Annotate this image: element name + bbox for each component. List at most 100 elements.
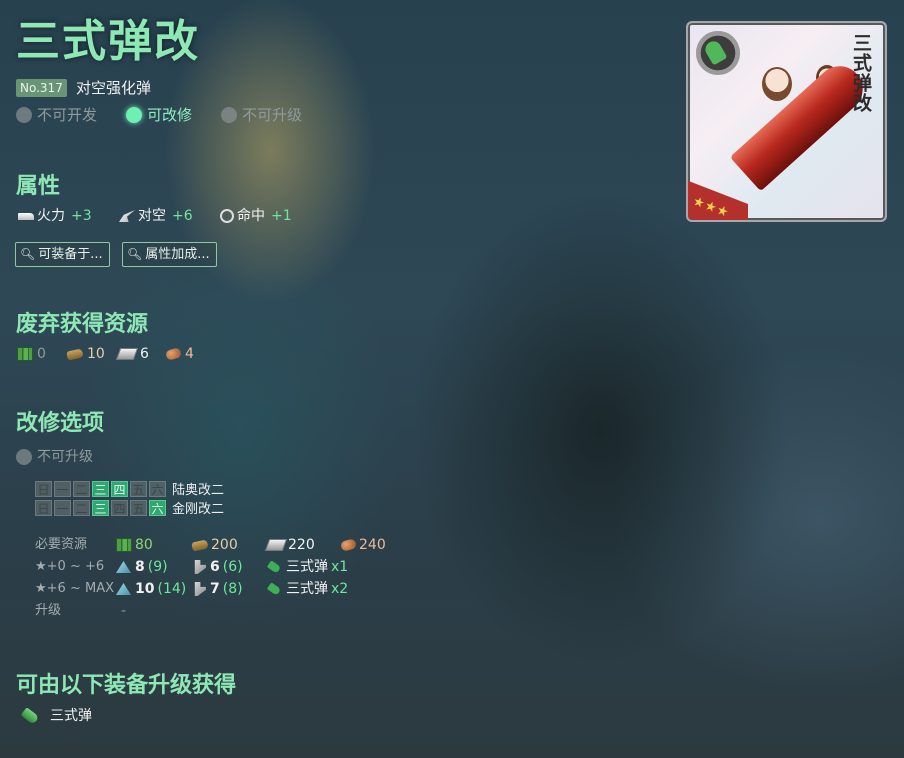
- flag-not-upgradable: 不可升级: [221, 105, 302, 125]
- improvement-material-icon: [194, 582, 206, 596]
- screw-value: 7: [210, 581, 220, 597]
- bauxite-icon: [339, 538, 358, 552]
- consumed-item-qty: x2: [331, 581, 349, 597]
- day-cell: 日: [35, 480, 52, 497]
- day-cell: 五: [130, 480, 147, 497]
- fuel-icon: [116, 538, 132, 552]
- upgrade-status: 不可升级: [16, 448, 93, 466]
- card-title: 三式弹改: [850, 33, 872, 113]
- equipment-number-badge: No.317: [16, 79, 67, 97]
- scrap-steel-value: 6: [140, 346, 149, 362]
- upgrade-source-item[interactable]: 三式弹: [20, 706, 92, 726]
- screw-guaranteed-value: (8): [222, 581, 243, 597]
- flag-label: 可改修: [147, 106, 193, 124]
- stat-anti-air: 对空 +6: [119, 207, 193, 225]
- day-cell: 六: [149, 480, 166, 497]
- improvement-material-icon: [194, 560, 206, 574]
- consumed-item-name[interactable]: 三式弹: [286, 581, 328, 597]
- flag-label: 不可开发: [37, 106, 98, 124]
- accuracy-icon: [220, 209, 234, 223]
- flag-improvable: 可改修: [126, 105, 192, 125]
- required-fuel-value: 80: [135, 537, 153, 553]
- tier-label: ★+6 ~ MAX: [35, 581, 114, 596]
- day-cell-active: 六: [149, 499, 166, 516]
- scrap-bauxite-value: 4: [185, 346, 194, 362]
- status-dot-icon: [16, 449, 32, 465]
- schedule-row: 日 一 二 三 四 五 六 金刚改二: [35, 498, 224, 517]
- scrap-ammo-value: 10: [87, 346, 105, 362]
- equipment-name: 三式弹改: [16, 16, 200, 67]
- stats-heading: 属性: [16, 173, 61, 199]
- equipment-card-art: ★★★ 三式弹改: [686, 21, 887, 222]
- stat-value: +6: [172, 208, 193, 224]
- screw-value: 6: [210, 559, 220, 575]
- consumed-item-name[interactable]: 三式弹: [286, 559, 328, 575]
- tier-screw: 7 (8): [192, 581, 243, 597]
- required-ammo-value: 200: [211, 537, 238, 553]
- fuel-icon: [17, 347, 33, 361]
- scrap-fuel-value: 0: [37, 346, 46, 362]
- development-material-icon: [116, 561, 131, 573]
- stat-bonus-button[interactable]: 🔍︎ 属性加成...: [122, 242, 217, 267]
- tier-devmat: 8 (9): [116, 559, 168, 575]
- steel-icon: [264, 539, 288, 551]
- required-ammo: 200: [191, 537, 238, 553]
- stat-label: 火力: [37, 208, 65, 224]
- helper-ship-name: 陆奥改二: [172, 483, 225, 498]
- day-cell-active: 四: [111, 480, 128, 497]
- stat-label: 对空: [138, 208, 166, 224]
- tier-consumed-item[interactable]: 三式弹 x1: [266, 559, 349, 575]
- equipment-type: 对空强化弹: [76, 79, 152, 97]
- status-dot-icon: [126, 107, 142, 123]
- bauxite-icon: [164, 347, 183, 361]
- ammo-icon: [191, 538, 209, 552]
- search-icon: 🔍︎: [127, 247, 143, 261]
- required-steel: 220: [264, 537, 315, 553]
- screw-guaranteed-value: (6): [222, 559, 243, 575]
- schedule-row: 日 一 二 三 四 五 六 陆奥改二: [35, 479, 224, 498]
- day-cell: 四: [111, 499, 128, 516]
- tier-label: ★+0 ~ +6: [35, 559, 105, 574]
- flag-label: 不可升级: [242, 106, 303, 124]
- day-cell: 二: [73, 480, 90, 497]
- required-bauxite: 240: [339, 537, 386, 553]
- day-cell: 一: [54, 480, 71, 497]
- equippable-by-button[interactable]: 🔍︎ 可装备于...: [15, 242, 110, 267]
- day-cell: 二: [73, 499, 90, 516]
- day-cell-active: 三: [92, 480, 109, 497]
- devmat-value: 8: [135, 559, 145, 575]
- tier-screw: 6 (6): [192, 559, 243, 575]
- shell-icon: [266, 582, 282, 596]
- status-dot-icon: [221, 107, 237, 123]
- scrap-heading: 废弃获得资源: [16, 311, 149, 337]
- upgrade-source-heading: 可由以下装备升级获得: [16, 672, 237, 698]
- search-icon: 🔍︎: [20, 247, 36, 261]
- scrap-bauxite: 4: [164, 345, 194, 363]
- required-fuel: 80: [116, 537, 153, 553]
- flag-not-developable: 不可开发: [16, 105, 97, 125]
- stat-value: +1: [271, 208, 292, 224]
- scrap-steel: 6: [115, 345, 149, 363]
- stat-label: 命中: [237, 208, 265, 224]
- stat-value: +3: [71, 208, 92, 224]
- upgrade-value: -: [121, 603, 127, 619]
- day-cell: 一: [54, 499, 71, 516]
- development-material-icon: [116, 583, 131, 595]
- button-label: 可装备于...: [38, 247, 103, 262]
- day-cell: 五: [130, 499, 147, 516]
- day-cell-active: 三: [92, 499, 109, 516]
- stat-firepower: 火力 +3: [18, 207, 92, 225]
- required-resources-label: 必要资源: [35, 537, 88, 552]
- helper-ship-name: 金刚改二: [172, 502, 225, 517]
- devmat-value: 10: [135, 581, 155, 597]
- day-cell: 日: [35, 499, 52, 516]
- scrap-fuel: 0: [17, 345, 46, 363]
- steel-icon: [115, 348, 139, 360]
- improvement-heading: 改修选项: [16, 410, 105, 436]
- tier-consumed-item[interactable]: 三式弹 x2: [266, 581, 349, 597]
- upgrade-status-label: 不可升级: [37, 449, 93, 465]
- consumed-item-qty: x1: [331, 559, 349, 575]
- scrap-ammo: 10: [66, 345, 105, 363]
- fairy-figure: [762, 67, 792, 101]
- upgrade-source-name[interactable]: 三式弹: [50, 706, 92, 726]
